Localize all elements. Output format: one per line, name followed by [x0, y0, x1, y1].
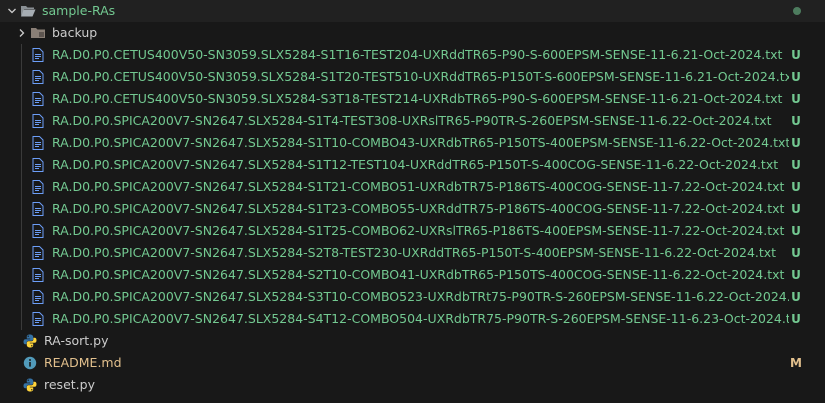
file-label: RA.D0.P0.SPICA200V7-SN2647.SLX5284-S1T25… — [52, 223, 785, 238]
text-file-icon — [30, 179, 46, 195]
indent-guide — [21, 44, 22, 330]
text-file-icon — [30, 311, 46, 327]
file-row[interactable]: RA.D0.P0.SPICA200V7-SN2647.SLX5284-S2T10… — [0, 264, 825, 286]
text-file-icon — [30, 245, 46, 261]
chevron-right-icon[interactable] — [14, 22, 30, 44]
modified-badge: M — [790, 356, 802, 370]
file-row[interactable]: RA.D0.P0.SPICA200V7-SN2647.SLX5284-S4T12… — [0, 308, 825, 330]
text-file-icon — [30, 69, 46, 85]
folder-open-icon — [20, 3, 36, 19]
file-label: RA.D0.P0.SPICA200V7-SN2647.SLX5284-S4T12… — [52, 311, 789, 326]
untracked-badge: U — [791, 290, 801, 304]
folder-label: sample-RAs — [42, 3, 116, 18]
file-label: reset.py — [44, 377, 95, 392]
untracked-badge: U — [791, 180, 801, 194]
text-file-icon — [30, 267, 46, 283]
file-row[interactable]: README.md M — [0, 352, 825, 374]
untracked-badge: U — [791, 224, 801, 238]
untracked-badge: U — [791, 136, 801, 150]
untracked-badge: U — [791, 70, 801, 84]
file-label: RA.D0.P0.SPICA200V7-SN2647.SLX5284-S3T10… — [52, 289, 789, 304]
explorer-tree: sample-RAs backup RA.D0.P0.CETUS400V50-S… — [0, 0, 825, 403]
folder-icon — [30, 25, 46, 41]
file-label: RA-sort.py — [44, 333, 109, 348]
file-label: RA.D0.P0.SPICA200V7-SN2647.SLX5284-S1T4-… — [52, 113, 772, 128]
untracked-badge: U — [791, 246, 801, 260]
info-icon — [22, 355, 38, 371]
file-label: RA.D0.P0.SPICA200V7-SN2647.SLX5284-S1T10… — [52, 135, 789, 150]
file-row[interactable]: RA.D0.P0.SPICA200V7-SN2647.SLX5284-S1T4-… — [0, 110, 825, 132]
file-label: RA.D0.P0.CETUS400V50-SN3059.SLX5284-S3T1… — [52, 91, 783, 106]
file-row[interactable]: RA.D0.P0.CETUS400V50-SN3059.SLX5284-S3T1… — [0, 88, 825, 110]
text-file-icon — [30, 157, 46, 173]
file-label: RA.D0.P0.SPICA200V7-SN2647.SLX5284-S2T10… — [52, 267, 785, 282]
file-label: README.md — [44, 355, 122, 370]
folder-sample-ras[interactable]: sample-RAs — [0, 0, 825, 22]
file-label: RA.D0.P0.SPICA200V7-SN2647.SLX5284-S1T21… — [52, 179, 785, 194]
file-label: RA.D0.P0.CETUS400V50-SN3059.SLX5284-S1T1… — [52, 47, 783, 62]
folder-backup[interactable]: backup — [0, 22, 825, 44]
file-row[interactable]: RA.D0.P0.SPICA200V7-SN2647.SLX5284-S3T10… — [0, 286, 825, 308]
untracked-badge: U — [791, 158, 801, 172]
file-row[interactable]: RA.D0.P0.SPICA200V7-SN2647.SLX5284-S1T10… — [0, 132, 825, 154]
text-file-icon — [30, 223, 46, 239]
untracked-badge: U — [791, 268, 801, 282]
text-file-icon — [30, 201, 46, 217]
untracked-badge: U — [791, 202, 801, 216]
file-label: RA.D0.P0.CETUS400V50-SN3059.SLX5284-S1T2… — [52, 69, 789, 84]
file-row[interactable]: reset.py — [0, 374, 825, 396]
text-file-icon — [30, 113, 46, 129]
python-icon — [22, 377, 38, 393]
text-file-icon — [30, 135, 46, 151]
python-icon — [22, 333, 38, 349]
untracked-badge: U — [791, 114, 801, 128]
file-row[interactable]: RA.D0.P0.SPICA200V7-SN2647.SLX5284-S1T21… — [0, 176, 825, 198]
file-row[interactable]: RA.D0.P0.SPICA200V7-SN2647.SLX5284-S2T8-… — [0, 242, 825, 264]
folder-label: backup — [52, 25, 98, 40]
chevron-down-icon[interactable] — [4, 0, 20, 22]
untracked-badge: U — [791, 312, 801, 326]
file-row[interactable]: RA-sort.py — [0, 330, 825, 352]
file-label: RA.D0.P0.SPICA200V7-SN2647.SLX5284-S1T23… — [52, 201, 785, 216]
file-row[interactable]: RA.D0.P0.SPICA200V7-SN2647.SLX5284-S1T25… — [0, 220, 825, 242]
text-file-icon — [30, 47, 46, 63]
file-label: RA.D0.P0.SPICA200V7-SN2647.SLX5284-S2T8-… — [52, 245, 777, 260]
file-row[interactable]: RA.D0.P0.CETUS400V50-SN3059.SLX5284-S1T2… — [0, 66, 825, 88]
text-file-icon — [30, 91, 46, 107]
untracked-dot-indicator — [793, 7, 801, 15]
untracked-badge: U — [791, 48, 801, 62]
file-row[interactable]: RA.D0.P0.SPICA200V7-SN2647.SLX5284-S1T12… — [0, 154, 825, 176]
text-file-icon — [30, 289, 46, 305]
untracked-badge: U — [791, 92, 801, 106]
file-row[interactable]: RA.D0.P0.CETUS400V50-SN3059.SLX5284-S1T1… — [0, 44, 825, 66]
file-label: RA.D0.P0.SPICA200V7-SN2647.SLX5284-S1T12… — [52, 157, 779, 172]
file-row[interactable]: RA.D0.P0.SPICA200V7-SN2647.SLX5284-S1T23… — [0, 198, 825, 220]
